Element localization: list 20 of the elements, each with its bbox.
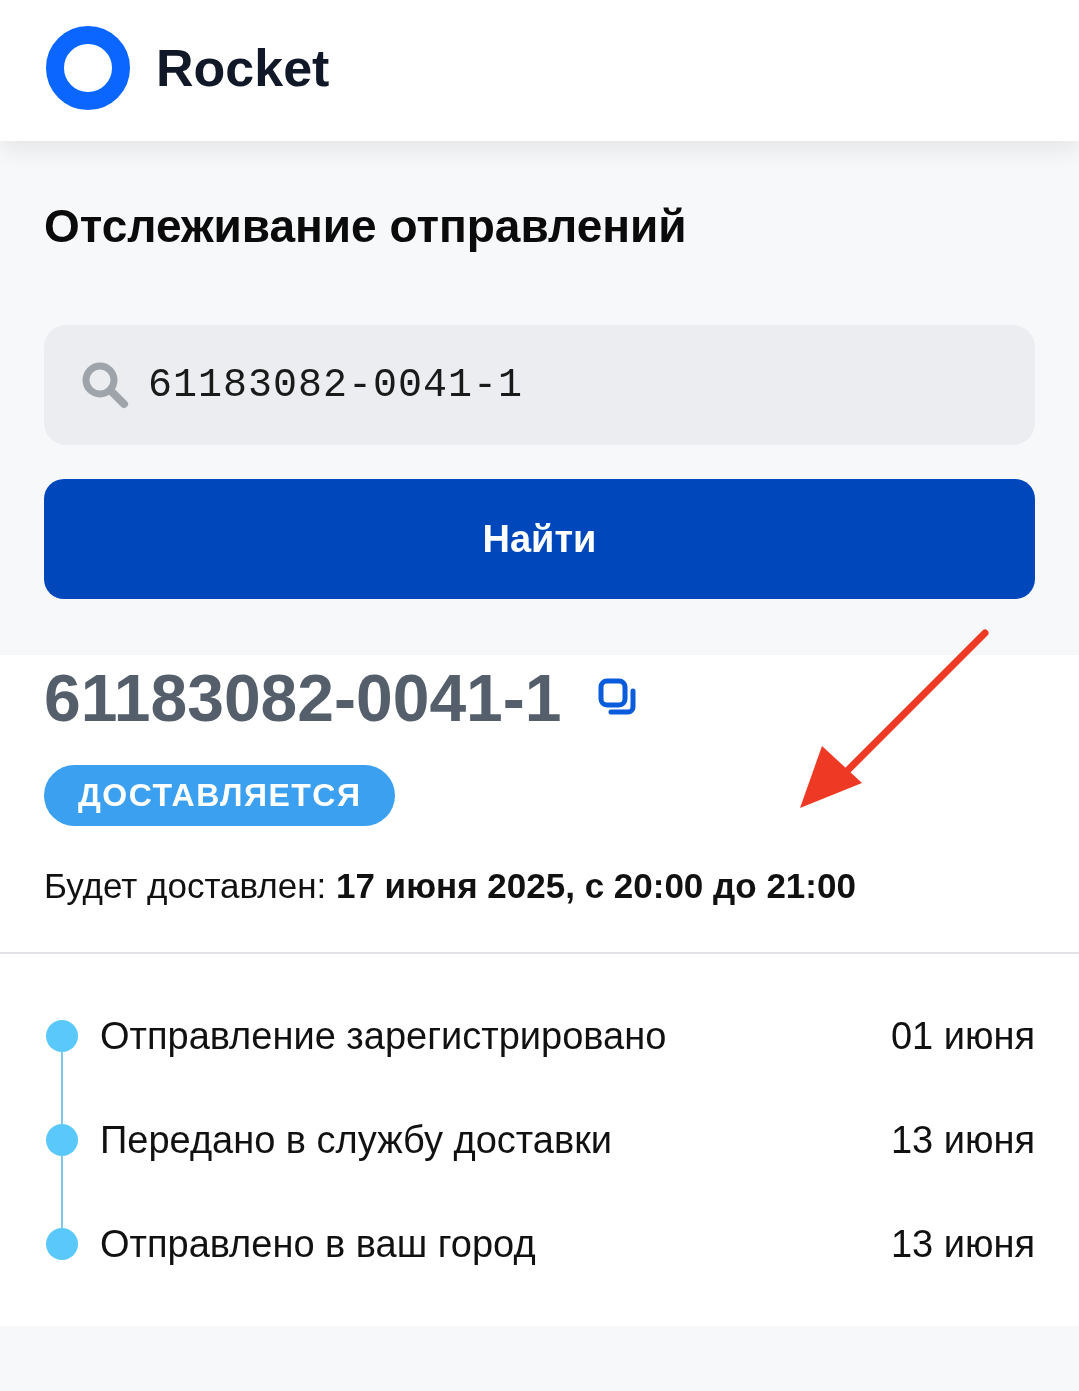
event-date: 13 июня xyxy=(890,1222,1035,1266)
search-field[interactable]: 61183082-0041-1 xyxy=(44,325,1035,445)
copy-icon[interactable] xyxy=(597,678,638,718)
timeline-line xyxy=(61,1156,63,1228)
event-text: Отправление зарегистрировано xyxy=(100,1014,668,1058)
event-date: 01 июня xyxy=(890,1014,1035,1058)
timeline-dot xyxy=(46,1020,78,1052)
find-button[interactable]: Найти xyxy=(44,479,1035,599)
logo-icon xyxy=(46,25,130,110)
timeline-dot xyxy=(46,1124,78,1156)
timeline-dot xyxy=(46,1228,78,1260)
delivery-info: Будет доставлен: 17 июня 2025, с 20:00 до 21:00 xyxy=(44,866,857,906)
event-text: Передано в службу доставки xyxy=(100,1118,613,1162)
page-title: Отслеживание отправлений xyxy=(44,199,688,253)
brand-name: Rocket xyxy=(156,37,330,98)
timeline-line xyxy=(61,1052,63,1124)
event-text: Отправлено в ваш город xyxy=(100,1222,537,1266)
event-date: 13 июня xyxy=(890,1118,1035,1162)
status-badge: ДОСТАВЛЯЕТСЯ xyxy=(44,765,396,826)
tracking-number: 61183082-0041-1 xyxy=(44,660,562,736)
